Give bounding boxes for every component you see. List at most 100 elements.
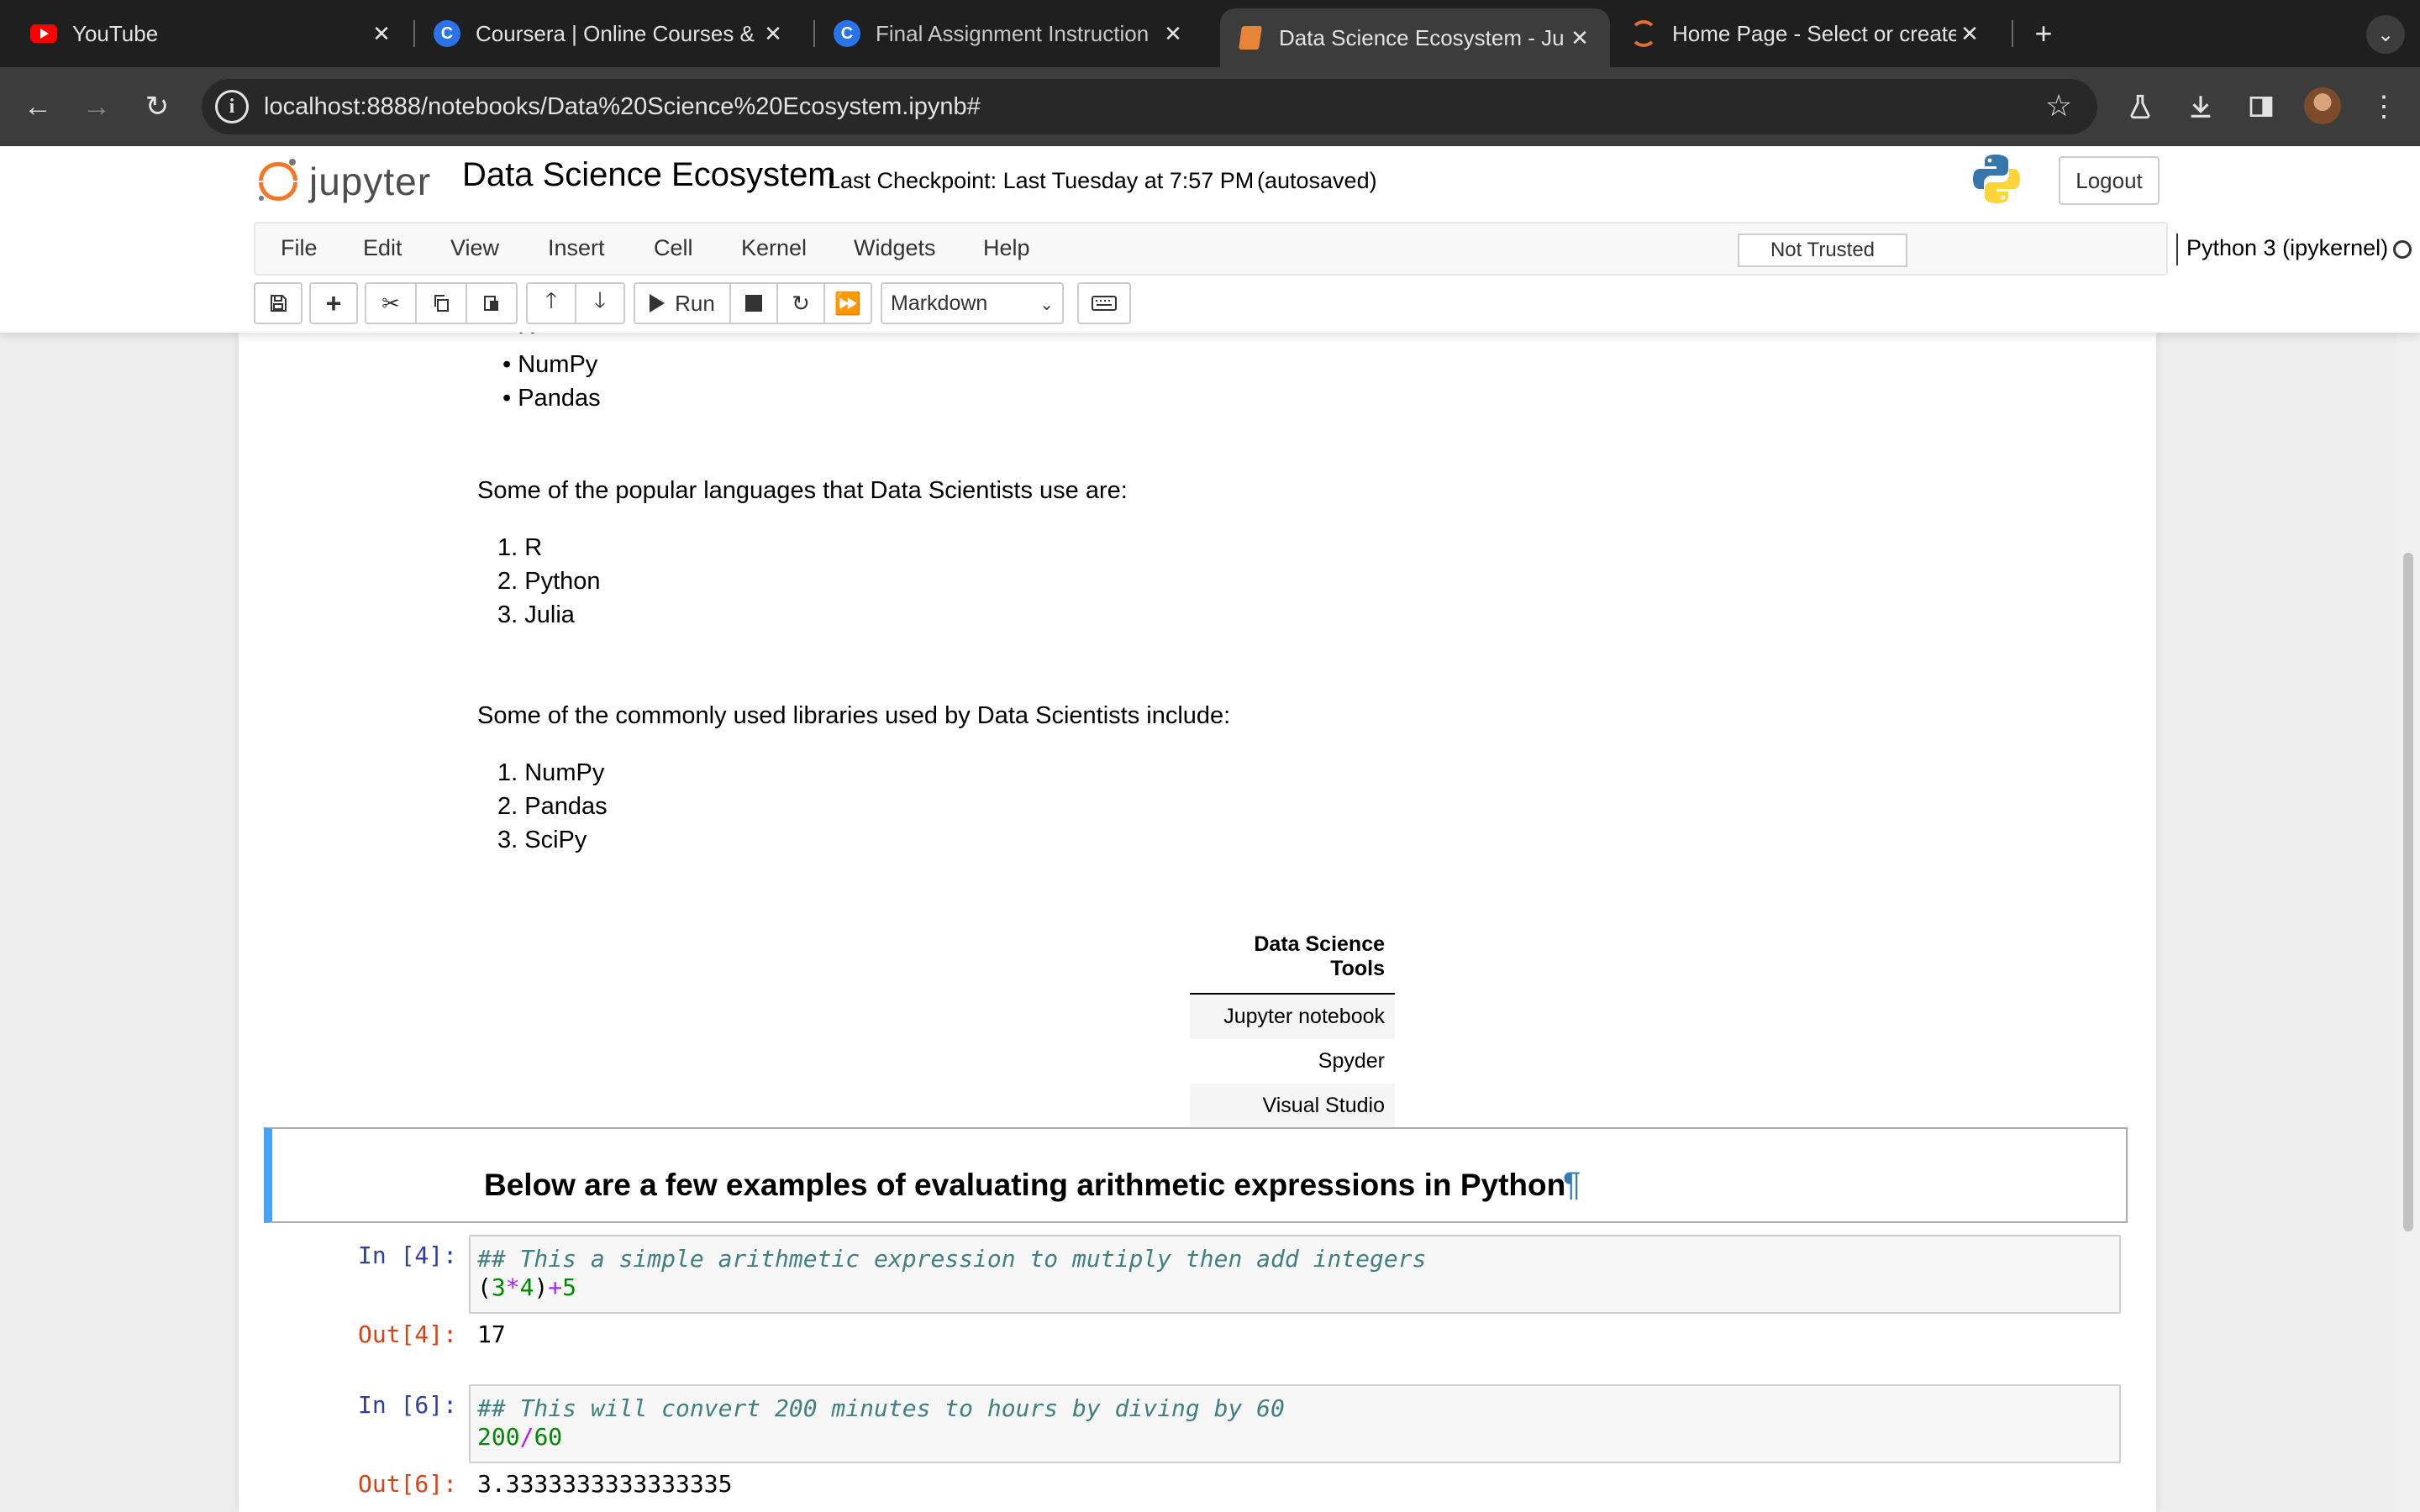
tab-data-science-ecosystem[interactable]: Data Science Ecosystem - Ju ✕	[1220, 8, 1610, 67]
list-item: 2. Pandas	[497, 793, 608, 820]
list-item: • R	[502, 333, 535, 340]
paste-button[interactable]	[466, 282, 518, 324]
save-icon	[271, 295, 287, 312]
labs-flask-icon[interactable]	[2121, 87, 2160, 126]
tab-title: Home Page - Select or create	[1672, 20, 1956, 46]
cut-button[interactable]: ✂	[365, 282, 417, 324]
list-item: 2. Python	[497, 568, 601, 595]
cell-type-select[interactable]: Markdown ⌄	[881, 282, 1064, 324]
profile-avatar[interactable]	[2304, 87, 2341, 124]
languages-intro-text: Some of the popular languages that Data …	[477, 477, 1128, 504]
python-logo-icon	[1973, 155, 2020, 203]
input-prompt: In [6]:	[358, 1391, 458, 1419]
download-icon[interactable]	[2181, 87, 2220, 126]
notebook-name[interactable]: Data Science Ecosystem	[462, 156, 836, 194]
menu-bar: File Edit View Insert Cell Kernel Widget…	[254, 222, 2412, 276]
close-icon[interactable]: ✕	[1956, 20, 1983, 47]
jupyter-logo[interactable]: jupyter	[259, 155, 431, 208]
tab-title: Final Assignment Instruction	[876, 20, 1150, 46]
close-icon[interactable]: ✕	[760, 20, 786, 47]
code-comment: ## This will convert 200 minutes to hour…	[477, 1394, 1285, 1422]
run-button[interactable]: Run	[634, 282, 731, 324]
arrow-up-icon: 🡑	[545, 287, 557, 312]
site-info-icon[interactable]: i	[215, 90, 249, 123]
page-scrollbar[interactable]	[2396, 333, 2420, 1512]
list-item: • Pandas	[502, 385, 601, 412]
url-text[interactable]: localhost:8888/notebooks/Data%20Science%…	[264, 93, 981, 121]
insert-cell-button[interactable]: +	[309, 282, 358, 324]
list-item-text: Pandas	[518, 385, 601, 412]
code-cell-input[interactable]: ## This a simple arithmetic expression t…	[469, 1235, 2121, 1314]
tab-search-button[interactable]: ⌄	[2366, 15, 2405, 54]
reload-button[interactable]: ↻	[136, 86, 178, 128]
fast-forward-icon: ⏩	[834, 290, 862, 316]
tab-title: Coursera | Online Courses &	[476, 20, 755, 46]
back-button[interactable]: ←	[17, 86, 59, 128]
notebook-container: • R • NumPy • Pandas Some of the popular…	[239, 333, 2156, 1512]
menu-edit[interactable]: Edit	[363, 235, 402, 261]
youtube-icon	[30, 20, 57, 47]
list-item: 1. NumPy	[497, 759, 605, 786]
jupyter-logo-text: jupyter	[309, 160, 432, 203]
restart-run-all-button[interactable]: ⏩	[823, 282, 872, 324]
table-row: Spyder	[1190, 1039, 1395, 1084]
coursera-icon: C	[434, 20, 460, 47]
menu-file[interactable]: File	[281, 235, 318, 261]
save-button[interactable]	[254, 282, 302, 324]
tab-title: Data Science Ecosystem - Ju	[1279, 24, 1565, 50]
input-prompt: In [4]:	[358, 1242, 458, 1269]
tab-youtube[interactable]: YouTube ✕	[0, 5, 412, 62]
menu-insert[interactable]: Insert	[548, 235, 605, 261]
cell-output: 17	[477, 1320, 506, 1348]
side-panel-icon[interactable]	[2242, 87, 2281, 126]
forward-button[interactable]: →	[76, 86, 118, 128]
table-header: Data Science Tools	[1190, 922, 1395, 995]
close-icon[interactable]: ✕	[368, 20, 395, 47]
kernel-name[interactable]: Python 3 (ipykernel)	[2186, 235, 2388, 261]
data-science-tools-table: Data Science Tools Jupyter notebook Spyd…	[1190, 922, 1395, 1128]
scrollbar-thumb[interactable]	[2403, 553, 2413, 1231]
list-item: 3. SciPy	[497, 827, 587, 853]
tab-separator	[2012, 20, 2013, 47]
list-item: 1. R	[497, 534, 543, 561]
close-icon[interactable]: ✕	[1160, 20, 1186, 47]
new-tab-button[interactable]: +	[2025, 15, 2062, 52]
not-trusted-button[interactable]: Not Trusted	[1738, 234, 1907, 267]
table-cell: Spyder	[1318, 1049, 1385, 1073]
table-cell: Visual Studio	[1190, 1084, 1395, 1128]
run-label: Run	[675, 290, 715, 316]
kernel-idle-indicator-icon	[2393, 240, 2412, 259]
section-heading: Below are a few examples of evaluating a…	[484, 1168, 1566, 1202]
stop-icon	[745, 295, 762, 312]
tab-home-page[interactable]: Home Page - Select or create ✕	[1613, 5, 2000, 62]
table-row: Visual Studio	[1190, 1084, 1395, 1128]
menu-kernel[interactable]: Kernel	[741, 235, 807, 261]
move-down-button[interactable]: 🡓	[575, 282, 625, 324]
copy-button[interactable]	[415, 282, 467, 324]
jupyter-icon	[1630, 20, 1657, 47]
close-icon[interactable]: ✕	[1566, 24, 1593, 51]
logout-button[interactable]: Logout	[2059, 156, 2160, 205]
tab-final-assignment[interactable]: C Final Assignment Instruction ✕	[803, 5, 1203, 62]
autosave-status: (autosaved)	[1257, 168, 1377, 193]
menu-view[interactable]: View	[450, 235, 499, 261]
paste-icon	[484, 296, 498, 311]
restart-kernel-button[interactable]: ↻	[776, 282, 825, 324]
list-item: 3. Julia	[497, 601, 575, 628]
menu-widgets[interactable]: Widgets	[854, 235, 936, 261]
code-cell-input[interactable]: ## This will convert 200 minutes to hour…	[469, 1384, 2121, 1463]
command-palette-button[interactable]	[1077, 282, 1131, 324]
interrupt-kernel-button[interactable]	[729, 282, 778, 324]
selected-markdown-cell[interactable]: Below are a few examples of evaluating a…	[264, 1127, 2128, 1223]
move-up-button[interactable]: 🡑	[526, 282, 576, 324]
menu-cell[interactable]: Cell	[654, 235, 693, 261]
kernel-separator	[2176, 234, 2178, 265]
tab-coursera[interactable]: C Coursera | Online Courses & ✕	[403, 5, 803, 62]
anchor-link[interactable]: ¶	[1563, 1166, 1581, 1204]
notebook-icon	[1237, 24, 1264, 51]
play-icon	[650, 294, 666, 312]
bookmark-star-icon[interactable]: ☆	[2042, 88, 2075, 123]
more-menu-icon[interactable]: ⋮	[2365, 87, 2403, 126]
menu-help[interactable]: Help	[983, 235, 1030, 261]
address-bar[interactable]: i localhost:8888/notebooks/Data%20Scienc…	[202, 79, 2097, 134]
